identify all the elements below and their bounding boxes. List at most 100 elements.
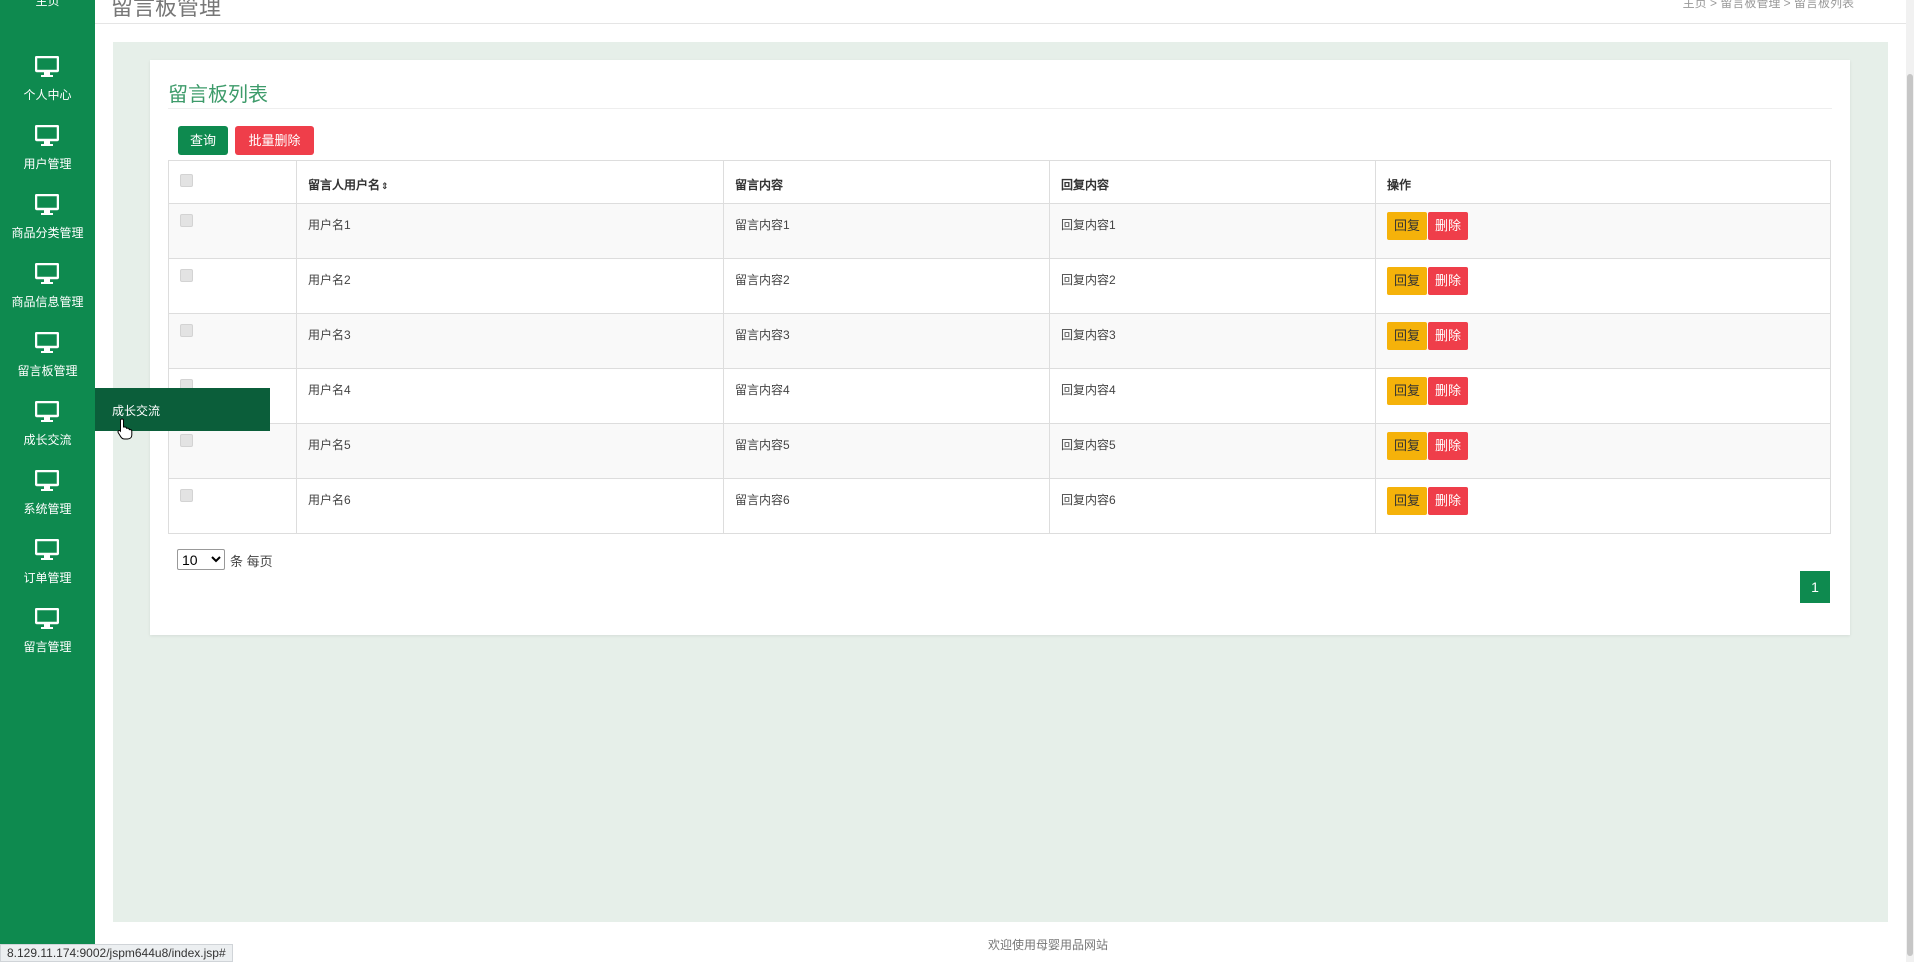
table-row: 用户名5 留言内容5 回复内容5 回复 删除	[168, 423, 1831, 479]
sidebar-item-label: 个人中心	[23, 88, 72, 102]
monitor-icon	[35, 539, 59, 560]
cell-actions: 回复 删除	[1375, 368, 1831, 424]
column-header-actions: 操作	[1375, 160, 1831, 204]
row-checkbox[interactable]	[180, 489, 193, 502]
sidebar-item-personal-center[interactable]: 个人中心	[0, 46, 95, 115]
delete-button[interactable]: 删除	[1428, 322, 1469, 350]
sidebar-item-label: 用户管理	[23, 157, 72, 171]
row-select-cell	[168, 423, 297, 479]
page-scrollbar[interactable]	[1906, 0, 1914, 962]
row-checkbox[interactable]	[180, 269, 193, 282]
delete-button[interactable]: 删除	[1428, 377, 1469, 405]
cell-reply: 回复内容1	[1049, 203, 1376, 259]
top-header: 留言板管理 主页 > 留言板管理 > 留言板列表	[95, 0, 1914, 24]
table-row: 用户名2 留言内容2 回复内容2 回复 删除	[168, 258, 1831, 314]
cell-username: 用户名4	[296, 368, 724, 424]
delete-button[interactable]: 删除	[1428, 487, 1469, 515]
sidebar-item-user-management[interactable]: 用户管理	[0, 115, 95, 184]
delete-button[interactable]: 删除	[1428, 267, 1469, 295]
cell-reply: 回复内容2	[1049, 258, 1376, 314]
page-title: 留言板管理	[111, 0, 222, 20]
cell-reply: 回复内容5	[1049, 423, 1376, 479]
sidebar-item-system-management[interactable]: 系统管理	[0, 460, 95, 529]
monitor-icon	[35, 125, 59, 146]
message-table: 留言人用户名⇕ 留言内容 回复内容 操作 用户名1 留言内容1 回复内容1 回复 删除用…	[168, 160, 1831, 534]
delete-button[interactable]: 删除	[1428, 432, 1469, 460]
footer-text: 欢迎使用母婴用品网站	[988, 938, 1109, 952]
sidebar-item-product-management[interactable]: 商品信息管理	[0, 253, 95, 322]
breadcrumb[interactable]: 主页 > 留言板管理 > 留言板列表	[1683, 0, 1854, 11]
sidebar-item-message-board[interactable]: 留言板管理	[0, 322, 95, 391]
sort-icon[interactable]: ⇕	[381, 181, 389, 191]
table-header-row: 留言人用户名⇕ 留言内容 回复内容 操作	[168, 160, 1831, 204]
hand-pointer-icon	[117, 418, 133, 440]
cell-content: 留言内容6	[723, 478, 1050, 534]
batch-delete-button[interactable]: 批量删除	[235, 126, 314, 155]
footer: 欢迎使用母婴用品网站	[95, 922, 1914, 962]
sidebar-item-order-management[interactable]: 订单管理	[0, 529, 95, 598]
sidebar-item-label: 留言管理	[23, 640, 72, 654]
column-header-reply: 回复内容	[1049, 160, 1376, 204]
cell-content: 留言内容2	[723, 258, 1050, 314]
monitor-icon	[35, 194, 59, 215]
table-row: 用户名3 留言内容3 回复内容3 回复 删除	[168, 313, 1831, 369]
cell-reply: 回复内容6	[1049, 478, 1376, 534]
column-header-content: 留言内容	[723, 160, 1050, 204]
cell-content: 留言内容5	[723, 423, 1050, 479]
cell-actions: 回复 删除	[1375, 203, 1831, 259]
sidebar-item-label: 系统管理	[23, 502, 72, 516]
reply-button[interactable]: 回复	[1387, 322, 1428, 350]
reply-button[interactable]: 回复	[1387, 487, 1428, 515]
row-select-cell	[168, 478, 297, 534]
cell-username: 用户名1	[296, 203, 724, 259]
column-header-username[interactable]: 留言人用户名⇕	[296, 160, 724, 204]
row-select-cell	[168, 258, 297, 314]
cell-content: 留言内容3	[723, 313, 1050, 369]
reply-button[interactable]: 回复	[1387, 432, 1428, 460]
cell-username: 用户名6	[296, 478, 724, 534]
sidebar-item-message-management[interactable]: 留言管理	[0, 598, 95, 667]
sidebar: 主页 个人中心 用户管理 商品分类管理 商品信息管理 留言板管理 成长交流 系统…	[0, 0, 95, 962]
row-checkbox[interactable]	[180, 324, 193, 337]
cell-username: 用户名2	[296, 258, 724, 314]
sidebar-item-label: 商品分类管理	[11, 226, 84, 240]
sidebar-item-growth-exchange[interactable]: 成长交流	[0, 391, 95, 460]
monitor-icon	[35, 608, 59, 629]
table-row: 用户名6 留言内容6 回复内容6 回复 删除	[168, 478, 1831, 534]
sidebar-item-label: 订单管理	[23, 571, 72, 585]
row-checkbox[interactable]	[180, 434, 193, 447]
select-all-cell	[168, 160, 297, 204]
page-size-select[interactable]: 10	[177, 549, 225, 570]
sidebar-item-label: 主页	[35, 0, 60, 8]
panel-title: 留言板列表	[168, 84, 268, 106]
cell-reply: 回复内容4	[1049, 368, 1376, 424]
row-select-cell	[168, 313, 297, 369]
cell-content: 留言内容1	[723, 203, 1050, 259]
monitor-icon	[35, 332, 59, 353]
page-size-label: 条 每页	[230, 554, 273, 569]
delete-button[interactable]: 删除	[1428, 212, 1469, 240]
cell-actions: 回复 删除	[1375, 423, 1831, 479]
cell-content: 留言内容4	[723, 368, 1050, 424]
query-button[interactable]: 查询	[178, 126, 228, 155]
monitor-icon	[35, 401, 59, 422]
select-all-checkbox[interactable]	[180, 174, 193, 187]
reply-button[interactable]: 回复	[1387, 212, 1428, 240]
table-row: 用户名1 留言内容1 回复内容1 回复 删除	[168, 203, 1831, 259]
cell-reply: 回复内容3	[1049, 313, 1376, 369]
sidebar-item-label: 留言板管理	[17, 364, 78, 378]
message-list-panel: 留言板列表 查询 批量删除 留言人用户名⇕ 留言内容 回复内容 操作 用户名1 留…	[150, 60, 1850, 635]
row-checkbox[interactable]	[180, 214, 193, 227]
sidebar-item-home[interactable]: 主页	[0, 0, 95, 49]
reply-button[interactable]: 回复	[1387, 267, 1428, 295]
panel-divider	[168, 108, 1832, 109]
sidebar-item-category-management[interactable]: 商品分类管理	[0, 184, 95, 253]
cell-actions: 回复 删除	[1375, 313, 1831, 369]
table-row: 用户名4 留言内容4 回复内容4 回复 删除	[168, 368, 1831, 424]
scrollbar-thumb[interactable]	[1907, 74, 1913, 956]
reply-button[interactable]: 回复	[1387, 377, 1428, 405]
monitor-icon	[35, 470, 59, 491]
cell-actions: 回复 删除	[1375, 258, 1831, 314]
page-number-button[interactable]: 1	[1800, 571, 1830, 603]
sidebar-item-label: 成长交流	[23, 433, 72, 447]
